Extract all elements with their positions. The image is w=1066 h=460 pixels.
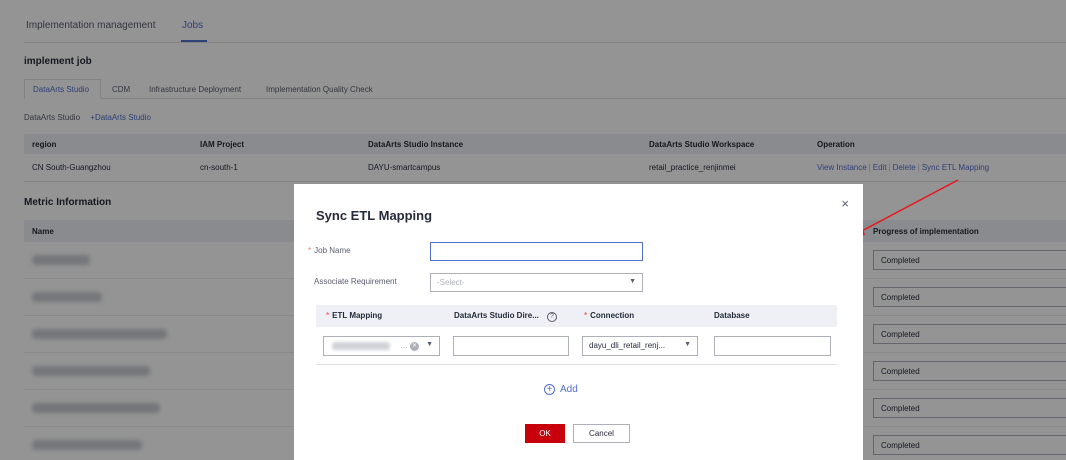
database-input[interactable]	[714, 336, 831, 356]
sync-etl-mapping-dialog: Sync ETL Mapping × * Job Name Associate R…	[294, 184, 863, 460]
help-icon[interactable]: ?	[546, 312, 557, 322]
required-mark: *	[326, 311, 330, 320]
required-mark: *	[308, 246, 312, 255]
col-directory: DataArts Studio Dire...?	[454, 311, 557, 322]
col-database: Database	[714, 311, 750, 320]
chevron-down-icon: ▼	[684, 341, 691, 348]
add-button[interactable]: + Add	[544, 384, 578, 395]
associate-requirement-select[interactable]: -Select- ▼	[430, 273, 643, 292]
chevron-down-icon: ▼	[629, 278, 636, 285]
col-directory-text: DataArts Studio Dire...	[454, 311, 539, 320]
job-name-label-text: Job Name	[314, 246, 351, 255]
etl-mapping-select[interactable]: … ✕ ▼	[323, 336, 440, 356]
add-label: Add	[560, 384, 578, 395]
dialog-title: Sync ETL Mapping	[316, 208, 433, 223]
job-name-label: * Job Name	[308, 246, 351, 255]
col-connection-text: Connection	[590, 311, 635, 320]
directory-input[interactable]	[453, 336, 569, 356]
plus-circle-icon: +	[544, 384, 555, 395]
ok-button[interactable]: OK	[525, 424, 565, 443]
col-connection: * Connection	[584, 311, 634, 320]
close-icon[interactable]: ×	[841, 196, 849, 211]
select-placeholder: -Select-	[437, 278, 465, 287]
chevron-down-icon: ▼	[426, 341, 433, 348]
connection-select[interactable]: dayu_dli_retail_renj... ▼	[582, 336, 698, 356]
cancel-button[interactable]: Cancel	[573, 424, 630, 443]
clear-icon[interactable]: ✕	[410, 342, 419, 351]
ellipsis-text: …	[400, 341, 408, 350]
job-name-input[interactable]	[430, 242, 643, 261]
arrow-line	[857, 179, 959, 234]
blurred-mapping-value	[332, 342, 390, 350]
connection-value: dayu_dli_retail_renj...	[589, 341, 666, 350]
mapping-grid-header: * ETL Mapping DataArts Studio Dire...? * C…	[316, 305, 837, 327]
col-etl-mapping: * ETL Mapping	[326, 311, 382, 320]
required-mark: *	[584, 311, 588, 320]
associate-requirement-label: Associate Requirement	[314, 277, 397, 286]
col-etl-mapping-text: ETL Mapping	[332, 311, 383, 320]
mapping-row: … ✕ ▼ dayu_dli_retail_renj... ▼	[316, 327, 837, 365]
